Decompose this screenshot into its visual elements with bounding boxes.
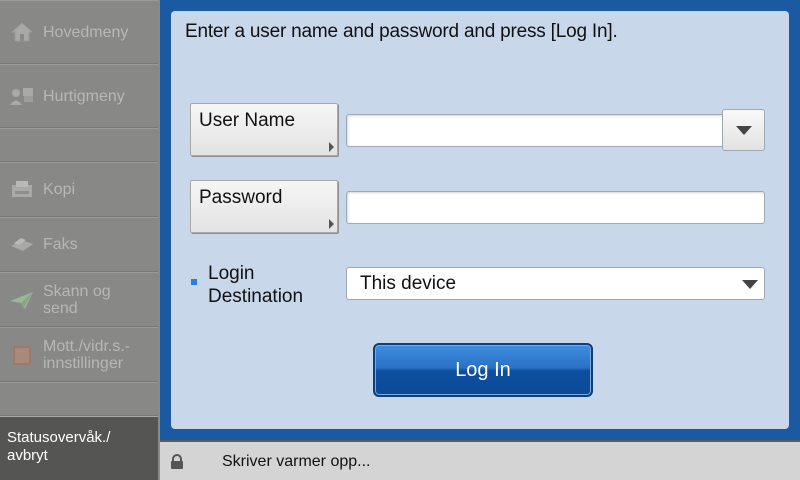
corner-arrow-icon (329, 142, 334, 152)
sidebar-item-scan-send[interactable]: Skann og send (0, 272, 158, 327)
sidebar-item-label: Mott./vidr.s.- innstillinger (43, 337, 131, 372)
fax-icon (9, 233, 35, 257)
sidebar-item-label: Skann og send (43, 282, 111, 317)
sidebar-item-copy[interactable]: Kopi (0, 162, 158, 217)
chevron-down-icon (735, 125, 752, 135)
login-destination-text: Login Destination (208, 263, 304, 307)
lock-icon (170, 454, 184, 470)
corner-arrow-icon (329, 219, 334, 229)
sidebar-item-receive-forward-settings[interactable]: Mott./vidr.s.- innstillinger (0, 327, 158, 382)
login-destination-label: Login Destination (208, 262, 318, 308)
sidebar-item-fax[interactable]: Faks (0, 217, 158, 272)
sidebar-item-label: Kopi (43, 181, 76, 198)
sidebar-item-quick-menu[interactable]: Hurtigmeny (0, 64, 158, 128)
password-button[interactable]: Password (190, 180, 338, 233)
password-field[interactable] (346, 191, 765, 224)
bullet-icon (191, 279, 197, 285)
user-name-label: User Name (199, 110, 296, 131)
chevron-down-icon (742, 280, 758, 289)
log-in-button[interactable]: Log In (373, 343, 593, 397)
sidebar: Hovedmeny Hurtigmeny Kopi Faks Skann og … (0, 0, 158, 480)
instruction-text: Enter a user name and password and press… (185, 21, 618, 42)
scan-send-icon (9, 288, 35, 312)
password-label: Password (199, 187, 283, 208)
status-message: Skriver varmer opp... (222, 453, 371, 470)
sidebar-spacer (0, 382, 158, 416)
status-monitor-label: Statusovervåk./ avbryt (7, 429, 111, 464)
login-panel: Enter a user name and password and press… (171, 11, 789, 429)
sidebar-item-label: Hovedmeny (43, 23, 129, 41)
login-destination-select[interactable]: This device (346, 267, 765, 300)
user-list-dropdown-button[interactable] (722, 109, 765, 151)
status-bar: Skriver varmer opp... (160, 440, 800, 480)
sidebar-spacer (0, 128, 158, 162)
status-monitor-cancel-button[interactable]: Statusovervåk./ avbryt (0, 416, 158, 480)
sidebar-item-label: Hurtigmeny (43, 87, 125, 105)
copy-icon (9, 178, 35, 202)
quick-menu-icon (9, 84, 35, 108)
sidebar-item-main-menu[interactable]: Hovedmeny (0, 0, 158, 64)
login-destination-value: This device (360, 273, 457, 294)
user-name-button[interactable]: User Name (190, 103, 338, 156)
home-icon (9, 20, 35, 44)
user-name-field[interactable] (346, 114, 762, 147)
receive-forward-icon (9, 343, 35, 367)
log-in-label: Log In (455, 359, 511, 381)
login-dialog: Enter a user name and password and press… (160, 0, 800, 440)
sidebar-item-label: Faks (43, 236, 78, 253)
